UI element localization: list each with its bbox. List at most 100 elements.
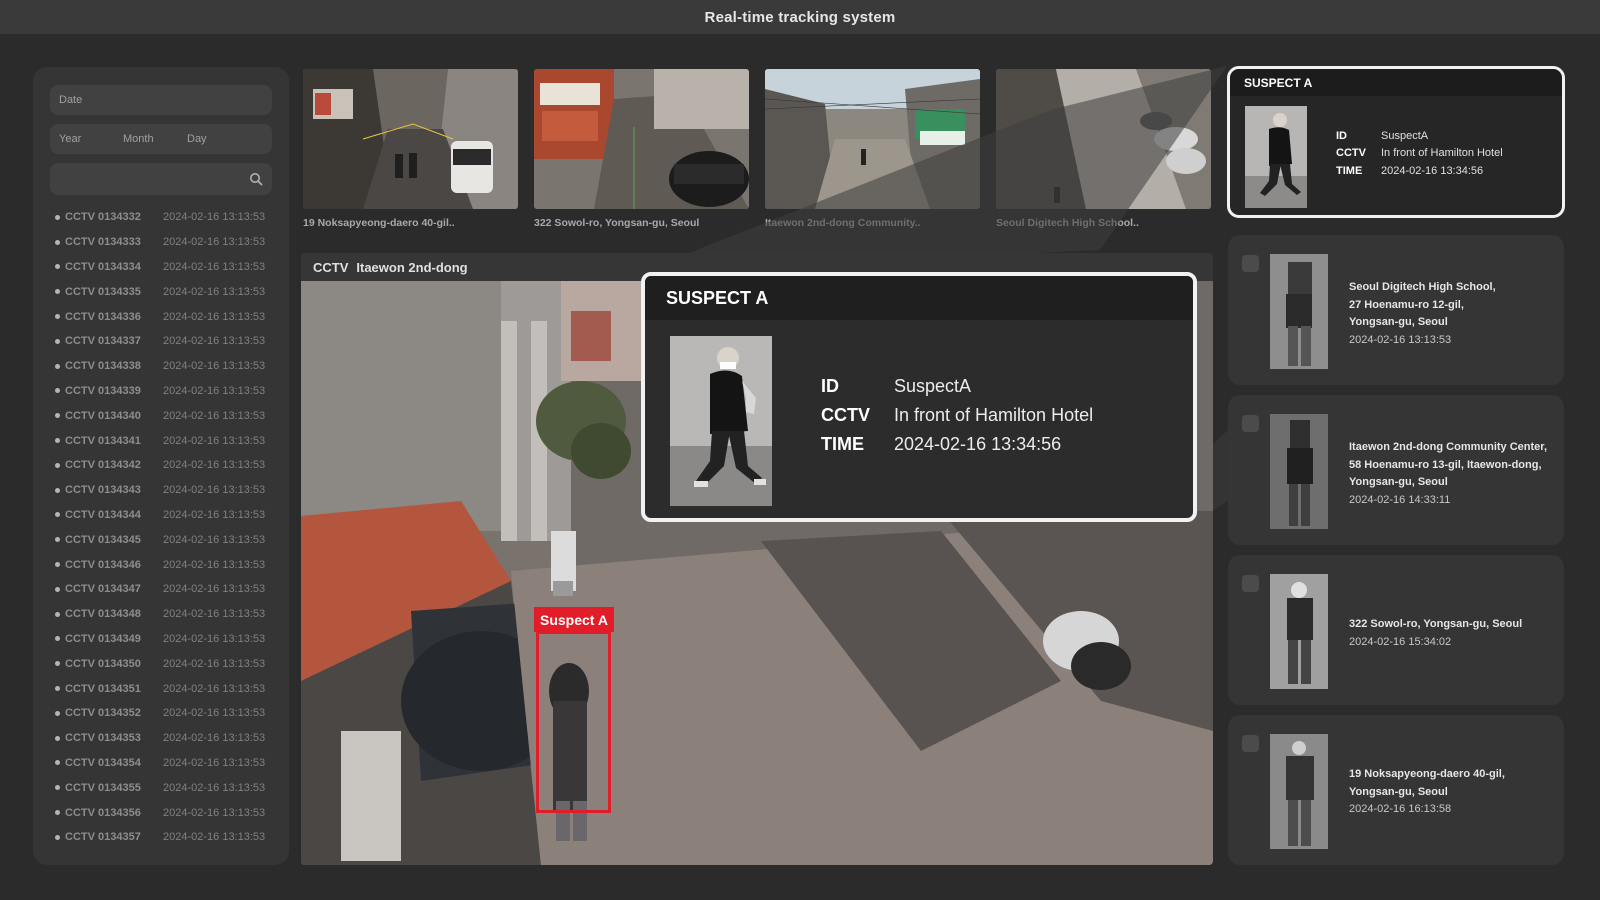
sighting-location-line: Itaewon 2nd-dong Community Center, xyxy=(1349,441,1548,453)
status-dot-icon xyxy=(55,289,60,295)
sighting-details: 322 Sowol-ro, Yongsan-gu, Seoul 2024-02-… xyxy=(1349,616,1522,651)
cctv-list-item[interactable]: CCTV 0134350 2024-02-16 13:13:53 xyxy=(50,651,272,676)
cctv-id: CCTV 0134348 xyxy=(65,608,141,621)
cctv-list-item[interactable]: CCTV 0134356 2024-02-16 13:13:53 xyxy=(50,800,272,825)
cctv-list-item[interactable]: CCTV 0134347 2024-02-16 13:13:53 xyxy=(50,577,272,602)
status-dot-icon xyxy=(55,438,60,444)
month-label[interactable]: Month xyxy=(123,133,187,145)
sighting-card[interactable]: 322 Sowol-ro, Yongsan-gu, Seoul 2024-02-… xyxy=(1228,555,1564,705)
cctv-list-item[interactable]: CCTV 0134343 2024-02-16 13:13:53 xyxy=(50,478,272,503)
cctv-list: CCTV 0134332 2024-02-16 13:13:53 CCTV 0134… xyxy=(50,205,272,850)
cctv-list-item[interactable]: CCTV 0134353 2024-02-16 13:13:53 xyxy=(50,726,272,751)
cctv-timestamp: 2024-02-16 13:13:53 xyxy=(163,384,266,397)
status-dot-icon xyxy=(55,512,60,518)
status-dot-icon xyxy=(55,735,60,741)
cctv-id: CCTV 0134339 xyxy=(65,384,141,397)
status-dot-icon xyxy=(55,760,60,766)
search-input[interactable] xyxy=(50,163,272,195)
sighting-card[interactable]: Itaewon 2nd-dong Community Center, 58 Ho… xyxy=(1228,395,1564,545)
sighting-checkbox[interactable] xyxy=(1242,735,1259,752)
cctv-timestamp: 2024-02-16 13:13:53 xyxy=(163,558,266,571)
cctv-list-item[interactable]: CCTV 0134344 2024-02-16 13:13:53 xyxy=(50,503,272,528)
year-label[interactable]: Year xyxy=(59,133,123,145)
cctv-id: CCTV 0134342 xyxy=(65,459,141,472)
camera-thumbnail[interactable]: 19 Noksapyeong-daero 40-gil.. xyxy=(303,69,518,233)
cctv-list-item[interactable]: CCTV 0134346 2024-02-16 13:13:53 xyxy=(50,552,272,577)
date-parts-field[interactable]: Year Month Day xyxy=(50,124,272,154)
cctv-list-item[interactable]: CCTV 0134340 2024-02-16 13:13:53 xyxy=(50,403,272,428)
detection-bounding-box[interactable] xyxy=(536,631,611,813)
sighting-time: 2024-02-16 13:13:53 xyxy=(1349,333,1452,346)
sighting-location-line: Yongsan-gu, Seoul xyxy=(1349,476,1448,488)
cctv-timestamp: 2024-02-16 13:13:53 xyxy=(163,632,266,645)
cctv-value: In front of Hamilton Hotel xyxy=(1381,147,1503,160)
day-label[interactable]: Day xyxy=(187,133,251,145)
cctv-list-item[interactable]: CCTV 0134355 2024-02-16 13:13:53 xyxy=(50,775,272,800)
status-dot-icon xyxy=(55,636,60,642)
camera-thumbnail[interactable]: 322 Sowol-ro, Yongsan-gu, Seoul xyxy=(534,69,749,233)
date-label: Date xyxy=(59,94,83,106)
sighting-checkbox[interactable] xyxy=(1242,255,1259,272)
thumbnail-caption: Itaewon 2nd-dong Community.. xyxy=(765,217,921,229)
status-dot-icon xyxy=(55,338,60,344)
camera-name: Itaewon 2nd-dong xyxy=(356,259,468,275)
suspect-photo xyxy=(670,336,772,506)
cctv-timestamp: 2024-02-16 13:13:53 xyxy=(163,434,266,447)
cctv-list-item[interactable]: CCTV 0134349 2024-02-16 13:13:53 xyxy=(50,627,272,652)
cctv-id: CCTV 0134353 xyxy=(65,732,141,745)
sighting-location-line: Yongsan-gu, Seoul xyxy=(1349,316,1448,328)
sighting-photo xyxy=(1270,254,1328,369)
sighting-location-line: Seoul Digitech High School, xyxy=(1349,281,1496,293)
sighting-photo xyxy=(1270,414,1328,529)
sighting-checkbox[interactable] xyxy=(1242,415,1259,432)
cctv-list-item[interactable]: CCTV 0134354 2024-02-16 13:13:53 xyxy=(50,751,272,776)
status-dot-icon xyxy=(55,810,60,816)
cctv-timestamp: 2024-02-16 13:13:53 xyxy=(163,335,266,348)
cctv-timestamp: 2024-02-16 13:13:53 xyxy=(163,608,266,621)
sighting-time: 2024-02-16 15:34:02 xyxy=(1349,635,1452,648)
cctv-list-item[interactable]: CCTV 0134338 2024-02-16 13:13:53 xyxy=(50,354,272,379)
cctv-list-item[interactable]: CCTV 0134334 2024-02-16 13:13:53 xyxy=(50,255,272,280)
cctv-timestamp: 2024-02-16 13:13:53 xyxy=(163,211,266,224)
sighting-location-line: 19 Noksapyeong-daero 40-gil, xyxy=(1349,768,1505,780)
cctv-list-item[interactable]: CCTV 0134341 2024-02-16 13:13:53 xyxy=(50,428,272,453)
cctv-value: In front of Hamilton Hotel xyxy=(894,405,1094,425)
cctv-list-item[interactable]: CCTV 0134332 2024-02-16 13:13:53 xyxy=(50,205,272,230)
sighting-card[interactable]: 19 Noksapyeong-daero 40-gil, Yongsan-gu,… xyxy=(1228,715,1564,865)
camera-thumbnail[interactable]: Seoul Digitech High School.. xyxy=(996,69,1211,233)
suspect-summary-card[interactable]: SUSPECT A ID SuspectA CCTV In front of Ham… xyxy=(1227,66,1565,218)
search-icon[interactable] xyxy=(249,172,263,186)
status-dot-icon xyxy=(55,462,60,468)
status-dot-icon xyxy=(55,834,60,840)
suspect-card-title: SUSPECT A xyxy=(1230,69,1562,96)
cctv-list-item[interactable]: CCTV 0134351 2024-02-16 13:13:53 xyxy=(50,676,272,701)
date-field[interactable]: Date xyxy=(50,85,272,115)
cctv-list-item[interactable]: CCTV 0134352 2024-02-16 13:13:53 xyxy=(50,701,272,726)
cctv-list-item[interactable]: CCTV 0134336 2024-02-16 13:13:53 xyxy=(50,304,272,329)
cctv-list-item[interactable]: CCTV 0134339 2024-02-16 13:13:53 xyxy=(50,379,272,404)
cctv-id: CCTV 0134345 xyxy=(65,533,141,546)
status-dot-icon xyxy=(55,214,60,220)
camera-thumbnail[interactable]: Itaewon 2nd-dong Community.. xyxy=(765,69,980,233)
cctv-list-item[interactable]: CCTV 0134335 2024-02-16 13:13:53 xyxy=(50,279,272,304)
sighting-time: 2024-02-16 14:33:11 xyxy=(1349,493,1451,506)
id-value: SuspectA xyxy=(894,376,972,396)
cctv-id: CCTV 0134349 xyxy=(65,632,141,645)
sighting-checkbox[interactable] xyxy=(1242,575,1259,592)
thumbnail-caption: 19 Noksapyeong-daero 40-gil.. xyxy=(303,217,455,229)
cctv-list-item[interactable]: CCTV 0134342 2024-02-16 13:13:53 xyxy=(50,453,272,478)
status-dot-icon xyxy=(55,413,60,419)
sighting-card[interactable]: Seoul Digitech High School, 27 Hoenamu-r… xyxy=(1228,235,1564,385)
cctv-list-item[interactable]: CCTV 0134345 2024-02-16 13:13:53 xyxy=(50,527,272,552)
cctv-timestamp: 2024-02-16 13:13:53 xyxy=(163,484,266,497)
status-dot-icon xyxy=(55,686,60,692)
cctv-timestamp: 2024-02-16 13:13:53 xyxy=(163,657,266,670)
cctv-list-item[interactable]: CCTV 0134357 2024-02-16 13:13:53 xyxy=(50,825,272,850)
sighting-details: Seoul Digitech High School, 27 Hoenamu-r… xyxy=(1349,279,1496,349)
status-dot-icon xyxy=(55,264,60,270)
cctv-list-item[interactable]: CCTV 0134333 2024-02-16 13:13:53 xyxy=(50,230,272,255)
cctv-id: CCTV 0134343 xyxy=(65,484,141,497)
cctv-list-item[interactable]: CCTV 0134337 2024-02-16 13:13:53 xyxy=(50,329,272,354)
cctv-list-item[interactable]: CCTV 0134348 2024-02-16 13:13:53 xyxy=(50,602,272,627)
cctv-timestamp: 2024-02-16 13:13:53 xyxy=(163,732,266,745)
